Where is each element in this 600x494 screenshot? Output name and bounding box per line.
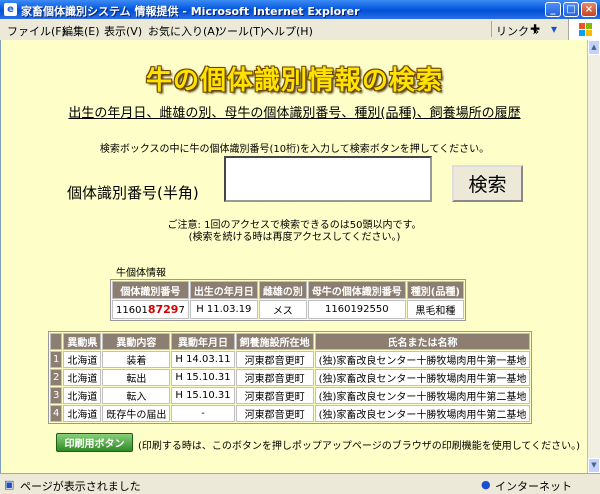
menu-help[interactable]: ヘルプ(H)	[263, 23, 313, 39]
table-row: 3 北海道 転入 H 15.10.31 河東郡音更町 (独)家畜改良センター十勝…	[50, 387, 531, 404]
status-text: ページが表示されました	[20, 480, 141, 493]
cattle-id-highlight: 8729	[147, 303, 179, 316]
close-button[interactable]: ×	[581, 2, 597, 17]
page-done-icon: ▣	[4, 478, 15, 491]
title-bar: e 家畜個体識別システム 情報提供 - Microsoft Internet E…	[0, 0, 600, 19]
table-header-row: 異動県 異動内容 異動年月日 飼養施設所在地 氏名または名称	[50, 333, 531, 350]
minimize-button[interactable]: _	[545, 2, 561, 17]
menu-file[interactable]: ファイル(F)	[7, 23, 66, 39]
page-banner-title: 牛の個体識別情報の検索	[145, 66, 443, 96]
maximize-button[interactable]: □	[563, 2, 579, 17]
table-header: 異動内容	[102, 333, 171, 350]
search-instruction: 検索ボックスの中に牛の個体識別番号(10桁)を入力して検索ボタンを押してください…	[99, 144, 490, 155]
status-bar: ▣ ページが表示されました ● インターネット	[0, 473, 600, 494]
menu-favorites[interactable]: お気に入り(A)	[148, 23, 219, 39]
sex-cell: メス	[258, 300, 307, 319]
access-notice: ご注意: 1回のアクセスで検索できるのは50頭以内です。 (検索を続ける時は再度…	[167, 220, 422, 243]
table-row: 1 北海道 装着 H 14.03.11 河東郡音更町 (独)家畜改良センター十勝…	[50, 351, 531, 368]
table-header: 氏名または名称	[314, 333, 531, 350]
cattle-info-caption: 牛個体情報	[116, 268, 166, 279]
mother-id-cell: 1160192550	[307, 300, 406, 319]
menu-bar: ファイル(F) 編集(E) 表示(V) お気に入り(A) ツール(T) ヘルプ(…	[0, 19, 600, 41]
page-subtitle: 出生の年月日、雌雄の別、母牛の個体識別番号、種別(品種)、飼養場所の履歴	[68, 106, 521, 121]
star-icon[interactable]: ✚	[527, 21, 543, 37]
table-row: 4 北海道 既存牛の届出 - 河東郡音更町 (独)家畜改良センター十勝牧場肉用牛…	[50, 405, 531, 422]
table-header	[50, 333, 63, 350]
menu-separator	[491, 21, 492, 37]
table-row: 2 北海道 転出 H 15.10.31 河東郡音更町 (独)家畜改良センター十勝…	[50, 369, 531, 386]
window-title: 家畜個体識別システム 情報提供 - Microsoft Internet Exp…	[21, 5, 360, 18]
table-header: 雌雄の別	[258, 281, 307, 299]
table-header-row: 個体識別番号 出生の年月日 雌雄の別 母牛の個体識別番号 種別(品種)	[112, 281, 464, 299]
scroll-down-button[interactable]: ▼	[588, 458, 600, 473]
id-number-input[interactable]	[224, 156, 432, 202]
print-note: (印刷する時は、このボタンを押しポップアップページのブラウザの印刷機能を使用して…	[138, 441, 581, 452]
ie-icon: e	[4, 3, 17, 16]
print-button[interactable]: 印刷用ボタン	[56, 433, 133, 452]
windows-logo-icon	[568, 19, 600, 40]
menu-tools[interactable]: ツール(T)	[216, 23, 264, 39]
table-header: 異動県	[63, 333, 102, 350]
table-header: 母牛の個体識別番号	[307, 281, 406, 299]
menu-view[interactable]: 表示(V)	[104, 23, 142, 39]
table-header: 飼養施設所在地	[235, 333, 314, 350]
internet-zone-icon: ●	[481, 478, 491, 491]
zone-label: インターネット	[495, 480, 572, 493]
history-table: 異動県 異動内容 異動年月日 飼養施設所在地 氏名または名称 1 北海道 装着 …	[48, 331, 533, 424]
breed-cell: 黒毛和種	[406, 300, 464, 319]
rss-icon[interactable]: ▾	[546, 21, 562, 37]
menu-edit[interactable]: 編集(E)	[62, 23, 100, 39]
table-row: 1160187297 H 11.03.19 メス 1160192550 黒毛和種	[112, 300, 464, 319]
id-number-label: 個体識別番号(半角)	[67, 184, 199, 202]
table-header: 種別(品種)	[406, 281, 464, 299]
table-header: 個体識別番号	[112, 281, 189, 299]
vertical-scrollbar[interactable]: ▲ ▼	[587, 40, 600, 473]
search-button[interactable]: 検索	[452, 165, 523, 202]
page-content: 牛の個体識別情報の検索 出生の年月日、雌雄の別、母牛の個体識別番号、種別(品種)…	[0, 40, 588, 473]
table-header: 異動年月日	[171, 333, 235, 350]
cattle-info-table: 個体識別番号 出生の年月日 雌雄の別 母牛の個体識別番号 種別(品種) 1160…	[110, 279, 466, 321]
scroll-up-button[interactable]: ▲	[588, 40, 600, 55]
birth-date-cell: H 11.03.19	[189, 300, 258, 319]
table-header: 出生の年月日	[189, 281, 258, 299]
cattle-id-cell: 1160187297	[112, 300, 189, 319]
